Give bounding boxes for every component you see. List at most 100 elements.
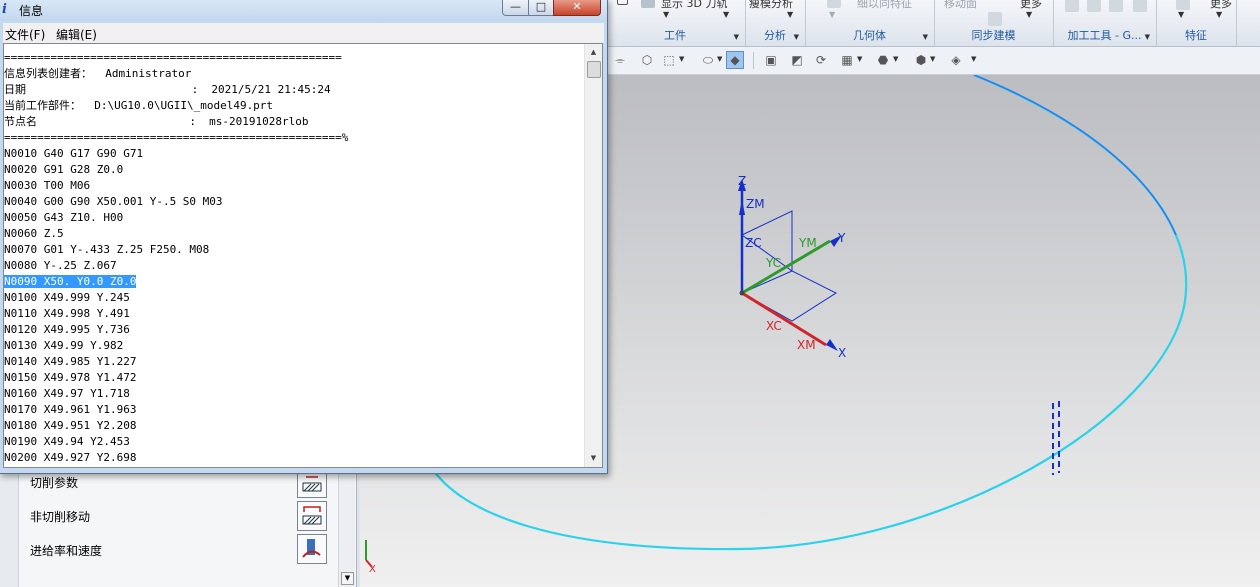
info-line[interactable]: N0040 G00 G90 X50.001 Y-.5 S0 M03 bbox=[4, 194, 587, 210]
chevron-down-icon[interactable]: ▼ bbox=[893, 55, 898, 63]
feature-label[interactable]: 细以同特征 bbox=[857, 0, 912, 11]
tool-icon[interactable] bbox=[1133, 0, 1147, 12]
chevron-down-icon[interactable]: ▼ bbox=[971, 55, 976, 63]
info-window[interactable]: i 信息 — □ ✕ 文件(F) 编辑(E) =================… bbox=[0, 0, 608, 474]
nav-row-non-cutting-moves[interactable]: 非切削移动 bbox=[30, 508, 90, 525]
ribbon-group-machining-tools[interactable]: 加工工具 - G... ▼ bbox=[1053, 0, 1157, 46]
scroll-thumb[interactable] bbox=[587, 61, 601, 78]
info-scrollbar[interactable]: ▲ ▼ bbox=[584, 44, 602, 467]
ribbon-group-feature[interactable]: ▼ 更多 ▼ 特征 bbox=[1156, 0, 1237, 46]
nav-row-cutting-params[interactable]: 切削参数 bbox=[30, 474, 78, 491]
info-line[interactable]: N0120 X49.995 Y.736 bbox=[4, 322, 587, 338]
geometry-icon[interactable] bbox=[827, 0, 841, 8]
non-cutting-moves-button[interactable] bbox=[297, 501, 327, 531]
info-line-text: 节点名 : ms-20191028rlob bbox=[4, 115, 309, 128]
info-line[interactable]: N0150 X49.978 Y1.472 bbox=[4, 370, 587, 386]
menu-edit[interactable]: 编辑(E) bbox=[56, 26, 97, 43]
snap-icon[interactable]: ⌯ bbox=[612, 52, 628, 68]
fit-view-icon[interactable]: ▣ bbox=[763, 52, 779, 68]
scroll-up-icon[interactable]: ▲ bbox=[585, 44, 602, 61]
chevron-down-icon[interactable]: ▼ bbox=[930, 55, 935, 63]
rotate-icon[interactable]: ⟳ bbox=[813, 52, 829, 68]
orientation-cube-icon[interactable]: ⬢ bbox=[913, 52, 929, 68]
chevron-down-icon[interactable]: ▼ bbox=[1026, 10, 1032, 19]
info-line[interactable]: N0130 X49.99 Y.982 bbox=[4, 338, 587, 354]
chevron-down-icon[interactable]: ▼ bbox=[1178, 10, 1184, 19]
polygon-select-icon[interactable]: ⬡ bbox=[639, 52, 655, 68]
info-window-titlebar[interactable]: i 信息 — □ ✕ bbox=[0, 0, 607, 21]
info-line[interactable]: N0180 X49.951 Y2.208 bbox=[4, 418, 587, 434]
ribbon-group-geometry[interactable]: 细以同特征 ▼ 几何体 ▼ bbox=[805, 0, 935, 46]
info-line[interactable]: N0060 Z.5 bbox=[4, 226, 587, 242]
triad-label-y: Y bbox=[837, 231, 846, 245]
chevron-down-icon[interactable]: ▼ bbox=[1145, 33, 1150, 41]
chevron-down-icon[interactable]: ▼ bbox=[794, 33, 799, 41]
info-line[interactable]: N0050 G43 Z10. H00 bbox=[4, 210, 587, 226]
ribbon: 显示 3D 刀轨 ▼ ▼ 工件 ▼ 瘦模分析 ▼ 分析 ▼ 细以同特征 ▼ 几何… bbox=[605, 0, 1260, 47]
chevron-down-icon[interactable]: ▼ bbox=[923, 33, 928, 41]
info-line[interactable]: ========================================… bbox=[4, 50, 587, 66]
offset-region-icon[interactable] bbox=[988, 12, 1002, 26]
nav-scrollbar[interactable]: ▼ bbox=[338, 468, 355, 587]
triad-origin bbox=[739, 290, 745, 296]
info-line[interactable]: N0200 X49.927 Y2.698 bbox=[4, 450, 587, 466]
edit-section-icon[interactable]: ◈ bbox=[948, 52, 964, 68]
scroll-down-icon[interactable]: ▼ bbox=[585, 450, 602, 467]
tool-icon[interactable] bbox=[1065, 0, 1079, 12]
tool-icon[interactable] bbox=[1087, 0, 1101, 12]
chevron-down-icon[interactable]: ▼ bbox=[723, 10, 729, 19]
render-style-icon[interactable]: ⬣ bbox=[875, 52, 891, 68]
maximize-button[interactable]: □ bbox=[528, 0, 554, 16]
play-icon[interactable] bbox=[617, 0, 628, 5]
tool-icon[interactable] bbox=[1109, 0, 1123, 12]
info-line[interactable]: N0190 X49.94 Y2.453 bbox=[4, 434, 587, 450]
feature-icon[interactable] bbox=[1176, 0, 1190, 10]
chevron-down-icon[interactable]: ▼ bbox=[717, 55, 722, 63]
info-line[interactable]: 节点名 : ms-20191028rlob bbox=[4, 114, 587, 130]
info-line[interactable]: N0070 G01 Y-.433 Z.25 F250. M08 bbox=[4, 242, 587, 258]
info-line[interactable]: N0020 G91 G28 Z0.0 bbox=[4, 162, 587, 178]
chevron-down-icon[interactable]: ▼ bbox=[857, 55, 862, 63]
display-toolpath-icon[interactable] bbox=[641, 0, 655, 8]
info-text-area[interactable]: ========================================… bbox=[3, 43, 603, 468]
move-face-label[interactable]: 移动面 bbox=[944, 0, 977, 11]
info-line[interactable]: N0080 Y-.25 Z.067 bbox=[4, 258, 587, 274]
info-line[interactable]: 当前工作部件： D:\UG10.0\UGII\_model49.prt bbox=[4, 98, 587, 114]
triad-label-zc: ZC bbox=[745, 236, 762, 250]
coordinate-triad[interactable]: Z ZM ZC YM Y YC XC XM X bbox=[738, 174, 846, 360]
info-line[interactable]: N0100 X49.999 Y.245 bbox=[4, 290, 587, 306]
layout-icon[interactable]: ▦ bbox=[839, 52, 855, 68]
chevron-down-icon[interactable]: ▼ bbox=[734, 33, 739, 41]
info-line[interactable]: N0030 T00 M06 bbox=[4, 178, 587, 194]
ribbon-group-sync-modeling[interactable]: 移动面 更多 ▼ 同步建模 bbox=[934, 0, 1054, 46]
ribbon-group-analysis[interactable]: 瘦模分析 ▼ 分析 ▼ bbox=[745, 0, 806, 46]
menu-file[interactable]: 文件(F) bbox=[5, 26, 45, 43]
display-3d-toolpath-label[interactable]: 显示 3D 刀轨 bbox=[661, 0, 727, 11]
minimize-button[interactable]: — bbox=[502, 0, 529, 16]
chevron-down-icon[interactable]: ▼ bbox=[787, 10, 793, 19]
info-line-selected[interactable]: N0090 X50. Y0.0 Z0.0 bbox=[4, 274, 587, 290]
ribbon-group-workpiece[interactable]: 显示 3D 刀轨 ▼ ▼ 工件 ▼ bbox=[605, 0, 746, 46]
info-line[interactable]: N0010 G40 G17 G90 G71 bbox=[4, 146, 587, 162]
ribbon-group-label: 同步建模 bbox=[971, 29, 1016, 42]
chevron-down-icon[interactable]: ▼ bbox=[829, 10, 835, 19]
shaded-icon[interactable]: ⬭ bbox=[700, 52, 716, 68]
info-line[interactable]: N0160 X49.97 Y1.718 bbox=[4, 386, 587, 402]
info-line[interactable]: N0170 X49.961 Y1.963 bbox=[4, 402, 587, 418]
rectangle-select-icon[interactable]: ⬚ bbox=[661, 52, 677, 68]
chevron-down-icon[interactable]: ▼ bbox=[679, 55, 684, 63]
nav-row-feeds-speeds[interactable]: 进给率和速度 bbox=[30, 542, 102, 559]
info-line[interactable]: N0110 X49.998 Y.491 bbox=[4, 306, 587, 322]
info-line[interactable]: N0140 X49.985 Y1.227 bbox=[4, 354, 587, 370]
cube-view-icon[interactable]: ◆ bbox=[726, 51, 744, 69]
scroll-down-icon[interactable]: ▼ bbox=[341, 572, 354, 585]
info-line[interactable]: 信息列表创建者： Administrator bbox=[4, 66, 587, 82]
info-line[interactable]: 日期 : 2021/5/21 21:45:24 bbox=[4, 82, 587, 98]
chevron-down-icon[interactable]: ▼ bbox=[1216, 10, 1222, 19]
close-button[interactable]: ✕ bbox=[553, 0, 601, 16]
toolbar-separator bbox=[753, 52, 754, 69]
feeds-speeds-button[interactable] bbox=[297, 534, 327, 564]
chevron-down-icon[interactable]: ▼ bbox=[663, 10, 669, 19]
zoom-window-icon[interactable]: ◩ bbox=[789, 52, 805, 68]
info-line[interactable]: ========================================… bbox=[4, 130, 587, 146]
